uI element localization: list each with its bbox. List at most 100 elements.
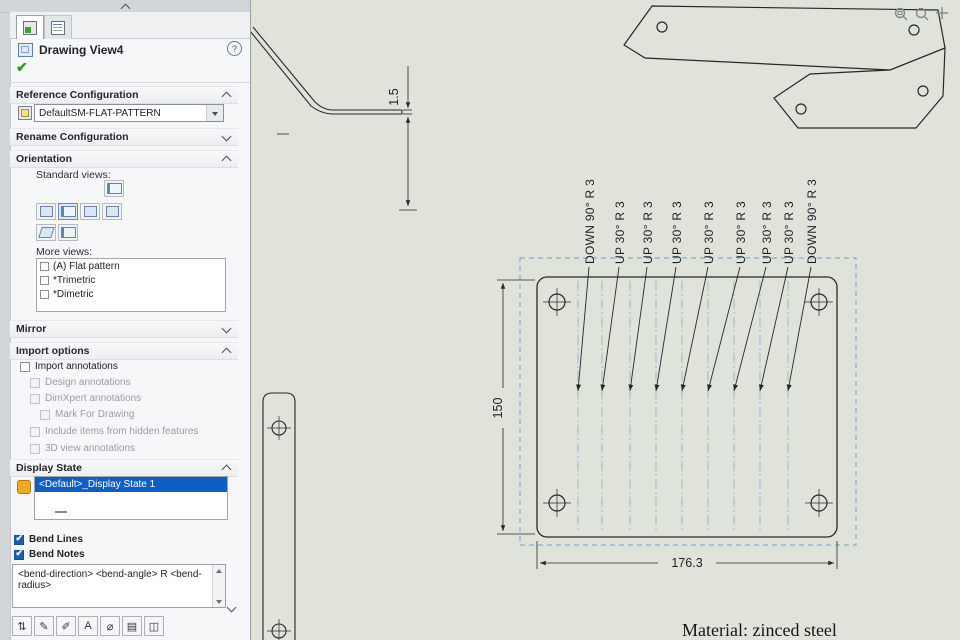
checkbox[interactable] xyxy=(40,289,49,299)
flip-order-button[interactable]: ⇅ xyxy=(12,616,32,636)
bend-note[interactable]: DOWN 90° R 3 xyxy=(583,179,597,264)
hole-with-center-mark[interactable] xyxy=(543,489,571,517)
display-state-selected-item[interactable]: <Default>_Display State 1 xyxy=(35,477,227,492)
text-format-button[interactable]: A xyxy=(78,616,98,636)
section-display-state[interactable]: Display State xyxy=(10,459,238,477)
dimension-text[interactable]: 1.5 xyxy=(387,88,401,105)
bend-note-leader[interactable] xyxy=(576,266,590,392)
bend-note-toolbar: ⇅ ✎ ✐ A ⌀ ▤ ◫ xyxy=(12,616,164,636)
section-rename-configuration[interactable]: Rename Configuration xyxy=(10,128,238,146)
edit-leader-button[interactable]: ✐ xyxy=(56,616,76,636)
copy-format-button[interactable]: ◫ xyxy=(144,616,164,636)
bend-note[interactable]: UP 30° R 3 xyxy=(782,201,796,264)
checkbox[interactable] xyxy=(40,275,49,285)
flat-pattern-outline[interactable] xyxy=(536,276,838,538)
thickness-dimension[interactable]: 1.5 xyxy=(387,66,417,211)
bend-note-format-text[interactable]: <bend-direction> <bend-angle> R <bend-ra… xyxy=(18,569,203,591)
hole-with-center-mark[interactable] xyxy=(543,288,571,316)
bend-lines[interactable] xyxy=(577,281,789,533)
dimension-text[interactable]: 150 xyxy=(491,398,505,419)
pan-icon[interactable] xyxy=(936,7,948,19)
chevron-down-icon[interactable] xyxy=(206,105,223,121)
hole-with-center-mark[interactable] xyxy=(805,288,833,316)
bend-note-leader[interactable] xyxy=(733,266,767,392)
bend-lines-row[interactable]: Bend Lines xyxy=(14,533,83,545)
bracket-top-view[interactable] xyxy=(623,5,946,129)
panel-scroll-down-icon[interactable] xyxy=(226,602,237,613)
standard-views-label: Standard views: xyxy=(36,169,111,181)
bend-note-format-box[interactable]: <bend-direction> <bend-angle> R <bend-ra… xyxy=(12,564,226,608)
3d-view-annotations-row[interactable]: 3D view annotations xyxy=(30,443,135,454)
bend-note[interactable]: UP 30° R 3 xyxy=(734,201,748,264)
list-item[interactable]: (A) Flat pattern xyxy=(37,259,225,273)
layer-button[interactable]: ▤ xyxy=(122,616,142,636)
bend-note[interactable]: DOWN 90° R 3 xyxy=(805,179,819,264)
tab-view-properties[interactable] xyxy=(16,15,44,39)
view-selection-box[interactable] xyxy=(519,257,857,546)
section-orientation[interactable]: Orientation xyxy=(10,150,238,168)
diameter-symbol-button[interactable]: ⌀ xyxy=(100,616,120,636)
bend-note-leader[interactable] xyxy=(680,266,709,392)
import-annotations-row[interactable]: Import annotations xyxy=(20,361,118,372)
dimxpert-annotations-row[interactable]: DimXpert annotations xyxy=(30,393,141,404)
checkbox[interactable] xyxy=(14,533,24,545)
edit-note-button[interactable]: ✎ xyxy=(34,616,54,636)
chevron-up-icon xyxy=(221,91,232,102)
scroll-down-icon[interactable] xyxy=(213,596,225,607)
hole-with-center-mark[interactable] xyxy=(805,489,833,517)
view-dimetric-button[interactable] xyxy=(58,224,78,241)
bend-note[interactable]: UP 30° R 3 xyxy=(760,201,774,264)
bend-note-leader[interactable] xyxy=(654,266,677,392)
chevron-up-icon xyxy=(221,464,232,475)
bend-note-leader[interactable] xyxy=(786,266,812,392)
section-reference-configuration[interactable]: Reference Configuration xyxy=(10,86,238,104)
view-top-button[interactable] xyxy=(104,180,124,197)
bend-note-leader[interactable] xyxy=(628,266,648,392)
drawing-sheet[interactable]: 1.5 DOWN 90° R 3 UP 30° R 3 UP 30° R 3 U… xyxy=(250,0,960,640)
bend-note[interactable]: UP 30° R 3 xyxy=(702,201,716,264)
checkbox-label: Include items from hidden features xyxy=(45,426,199,437)
bend-note-leader[interactable] xyxy=(758,266,789,392)
display-state-list[interactable]: <Default>_Display State 1 xyxy=(34,476,228,520)
profile-side-view[interactable] xyxy=(250,26,403,135)
list-item[interactable]: *Dimetric xyxy=(37,287,225,301)
partial-strip-view[interactable] xyxy=(262,392,296,640)
tab-configurations[interactable] xyxy=(44,15,72,39)
drawing-canvas[interactable]: 1.5 DOWN 90° R 3 UP 30° R 3 UP 30° R 3 U… xyxy=(250,0,960,640)
view-back-button[interactable] xyxy=(102,203,122,220)
bend-notes-row[interactable]: Bend Notes xyxy=(14,548,85,560)
bend-note-leader[interactable] xyxy=(707,266,741,392)
section-mirror[interactable]: Mirror xyxy=(10,320,238,338)
scroll-up-icon[interactable] xyxy=(213,565,225,576)
configuration-icon xyxy=(18,106,32,120)
chevron-down-icon xyxy=(221,131,232,141)
bend-note[interactable]: UP 30° R 3 xyxy=(670,201,684,264)
configuration-dropdown[interactable]: DefaultSM-FLAT-PATTERN xyxy=(34,104,224,122)
view-right-button[interactable] xyxy=(80,203,100,220)
checkbox[interactable] xyxy=(20,361,30,372)
bend-note[interactable]: UP 30° R 3 xyxy=(613,201,627,264)
help-icon[interactable]: ? xyxy=(227,41,242,56)
dimension-text[interactable]: 176.3 xyxy=(671,556,702,570)
flat-pattern-view[interactable] xyxy=(519,257,857,546)
bend-lines-label: Bend Lines xyxy=(29,534,83,545)
view-isometric-button[interactable] xyxy=(36,224,56,241)
list-item[interactable]: *Trimetric xyxy=(37,273,225,287)
zoom-area-icon[interactable] xyxy=(894,7,908,21)
checkbox[interactable] xyxy=(40,261,49,271)
format-box-scrollbar[interactable] xyxy=(212,565,225,607)
height-dimension[interactable]: 150 xyxy=(491,279,535,535)
hidden-features-row[interactable]: Include items from hidden features xyxy=(30,426,198,437)
bend-note[interactable]: UP 30° R 3 xyxy=(641,201,655,264)
material-note[interactable]: Material: zinced steel xyxy=(682,620,837,640)
design-annotations-row[interactable]: Design annotations xyxy=(30,377,131,388)
view-front-button[interactable] xyxy=(58,203,78,220)
bend-note-leader[interactable] xyxy=(600,266,620,392)
ok-button[interactable] xyxy=(16,59,28,76)
checkbox[interactable] xyxy=(14,548,24,560)
mark-for-drawing-row[interactable]: Mark For Drawing xyxy=(40,409,134,420)
view-left-button[interactable] xyxy=(36,203,56,220)
more-views-list[interactable]: (A) Flat pattern *Trimetric *Dimetric xyxy=(36,258,226,312)
bracket-hole xyxy=(908,24,920,36)
section-import-options[interactable]: Import options xyxy=(10,342,238,360)
